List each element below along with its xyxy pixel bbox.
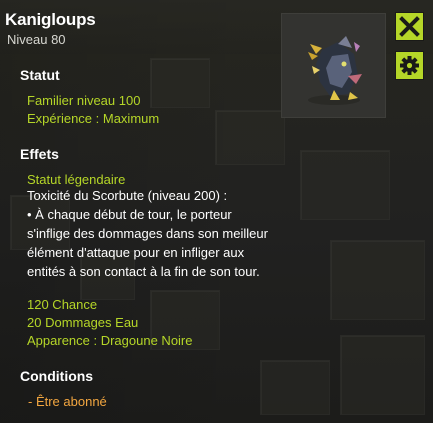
- effet-line-water-damage: 20 Dommages Eau: [27, 315, 139, 330]
- effet-description: • À chaque début de tour, le porteur s'i…: [27, 207, 268, 279]
- background-decoration: [260, 360, 330, 415]
- effet-line-chance: 120 Chance: [27, 297, 98, 312]
- section-title-conditions: Conditions: [20, 368, 94, 384]
- statut-line-level: Familier niveau 100: [27, 93, 141, 108]
- pet-dragoune-icon: [308, 36, 362, 105]
- statut-line-experience: Expérience : Maximum: [27, 111, 160, 126]
- section-title-effets: Effets: [20, 146, 59, 162]
- condition-line-subscriber: - Être abonné: [28, 394, 107, 409]
- settings-button[interactable]: [395, 51, 424, 80]
- item-name: Kanigloups: [5, 10, 96, 29]
- gear-icon: [400, 56, 419, 75]
- background-decoration: [340, 335, 425, 415]
- effet-line-appearance: Apparence : Dragoune Noire: [27, 333, 193, 348]
- item-level: Niveau 80: [7, 32, 66, 47]
- background-decoration: [330, 240, 425, 320]
- background-decoration: [300, 150, 390, 220]
- effet-line-toxicity: Toxicité du Scorbute (niveau 200) :: [27, 188, 228, 203]
- section-title-statut: Statut: [20, 67, 60, 83]
- close-x-icon: [399, 16, 420, 37]
- close-button[interactable]: [395, 12, 424, 41]
- item-tooltip-panel: Kanigloups Niveau 80 Statut Familier niv…: [0, 0, 433, 423]
